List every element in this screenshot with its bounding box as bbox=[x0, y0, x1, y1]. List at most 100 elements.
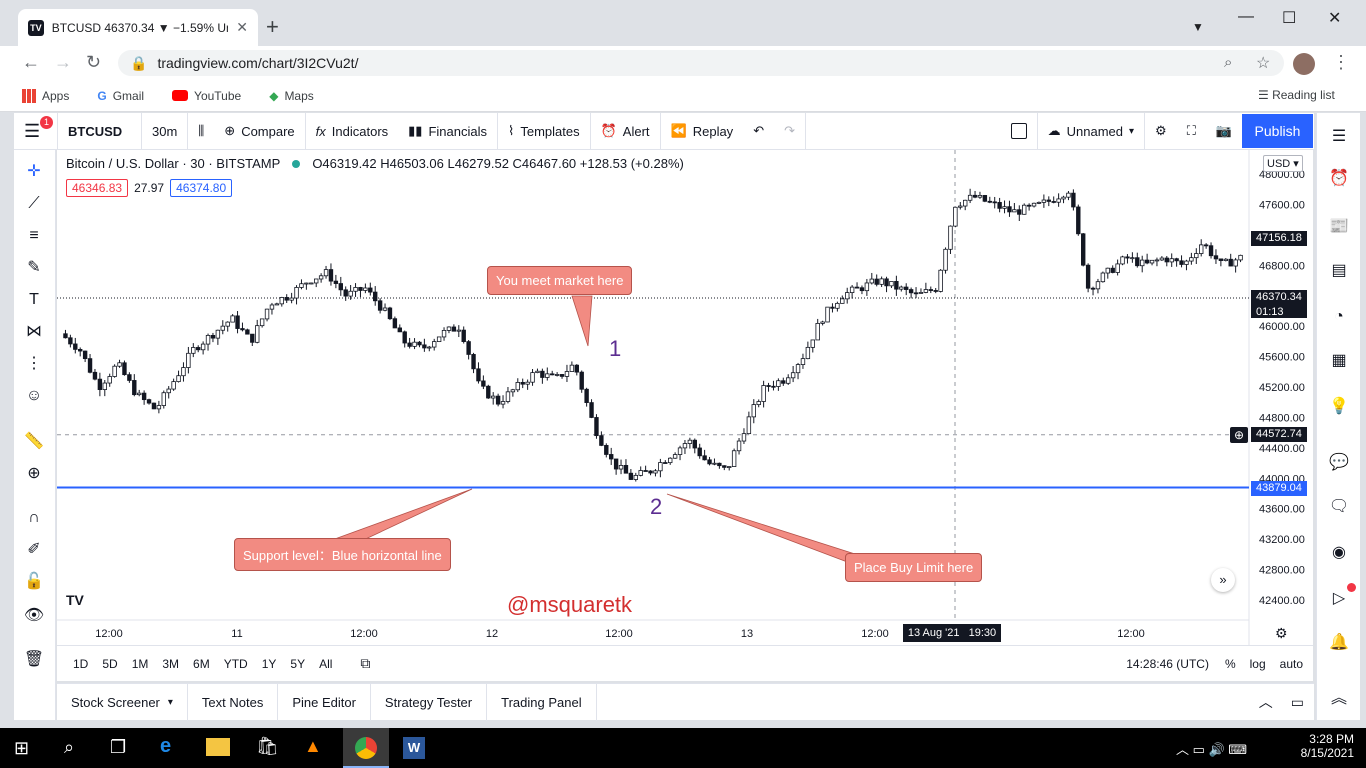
url-field[interactable]: 🔒 tradingview.com/chart/3I2CVu2t/ bbox=[118, 50, 1284, 76]
callout-buy[interactable]: Place Buy Limit here bbox=[845, 553, 983, 582]
reading-list-button[interactable]: ☰ Reading list bbox=[1258, 88, 1335, 102]
forward-icon[interactable]: → bbox=[54, 52, 72, 73]
range-ytd[interactable]: YTD bbox=[224, 657, 248, 671]
stream-icon[interactable]: ◉ bbox=[1327, 541, 1351, 565]
eye-icon[interactable]: 👁 bbox=[22, 604, 46, 628]
chat-icon[interactable]: 💬 bbox=[1327, 451, 1351, 475]
chart-type-button[interactable]: ⫼ bbox=[188, 113, 214, 150]
symbol-search[interactable]: BTCUSD bbox=[58, 112, 142, 150]
financials-button[interactable]: ▮▮ Financials bbox=[398, 112, 498, 150]
comment-icon[interactable]: 🗨 bbox=[1327, 495, 1351, 519]
scroll-right-button[interactable]: » bbox=[1211, 568, 1235, 592]
range-5y[interactable]: 5Y bbox=[290, 657, 305, 671]
new-tab-button[interactable]: + bbox=[266, 14, 279, 40]
compare-button[interactable]: ⊕ Compare bbox=[214, 112, 306, 150]
tab-text-notes[interactable]: Text Notes bbox=[188, 683, 279, 721]
redo-button[interactable]: ↷ bbox=[774, 112, 806, 150]
system-tray-icons[interactable]: ︿ ▭ 🔊 ⌨ bbox=[1176, 739, 1247, 758]
fib-icon[interactable]: ≡ bbox=[22, 224, 46, 248]
menu-button[interactable]: ☰ 1 bbox=[14, 112, 58, 150]
chrome-taskbar-button[interactable] bbox=[343, 728, 389, 768]
calendar-icon[interactable]: ▦ bbox=[1327, 349, 1351, 373]
chevron-up-icon[interactable]: ︿ bbox=[1259, 692, 1273, 712]
settings-button[interactable]: ⚙ bbox=[1145, 113, 1177, 150]
buy-button[interactable]: 46374.80 bbox=[170, 179, 233, 197]
close-window-button[interactable]: ✕ bbox=[1328, 8, 1341, 28]
alarm-clock-icon[interactable]: ⏰ bbox=[1327, 167, 1351, 191]
file-explorer-icon[interactable] bbox=[206, 738, 230, 756]
undo-button[interactable]: ↶ bbox=[743, 113, 774, 150]
callout-support[interactable]: Support level：Blue horizontal line bbox=[234, 538, 451, 571]
range-1d[interactable]: 1D bbox=[73, 657, 88, 671]
windows-start-icon[interactable]: ⊞ bbox=[14, 738, 29, 759]
tab-trading-panel[interactable]: Trading Panel bbox=[487, 683, 597, 721]
minimize-button[interactable]: — bbox=[1238, 8, 1254, 26]
range-3m[interactable]: 3M bbox=[162, 657, 179, 671]
watchlist-icon[interactable]: ☰ bbox=[1327, 125, 1351, 149]
utc-clock[interactable]: 14:28:46 (UTC) bbox=[1126, 657, 1209, 671]
magnet-icon[interactable]: ∩ bbox=[22, 506, 46, 530]
search-icon[interactable]: ⌕ bbox=[64, 737, 74, 758]
auto-toggle[interactable]: auto bbox=[1280, 657, 1303, 671]
store-icon[interactable]: 🛍 bbox=[256, 736, 279, 757]
crosshair-icon[interactable]: ✛ bbox=[22, 160, 46, 184]
layout-name-button[interactable]: ☁ Unnamed ▾ bbox=[1038, 112, 1146, 150]
browser-tab[interactable]: TV BTCUSD 46370.34 ▼ −1.59% Unn ✕ bbox=[18, 9, 258, 46]
more-icon[interactable]: ⋮ bbox=[1332, 52, 1350, 73]
taskbar-clock[interactable]: 3:28 PM 8/15/2021 bbox=[1298, 732, 1354, 760]
maximize-panel-icon[interactable]: ▭ bbox=[1291, 694, 1304, 711]
publish-button[interactable]: Publish bbox=[1242, 114, 1313, 148]
trash-icon[interactable]: 🗑 bbox=[22, 648, 46, 672]
range-all[interactable]: All bbox=[319, 657, 332, 671]
interval-button[interactable]: 30m bbox=[142, 112, 189, 150]
vlc-icon[interactable]: ▲ bbox=[304, 736, 322, 757]
tab-search-icon[interactable]: ▼ bbox=[1192, 20, 1204, 34]
range-6m[interactable]: 6M bbox=[193, 657, 210, 671]
bookmark-youtube[interactable]: YouTube bbox=[172, 89, 241, 103]
ruler-icon[interactable]: 📏 bbox=[22, 430, 46, 454]
bookmark-gmail[interactable]: G Gmail bbox=[97, 89, 144, 103]
tab-stock-screener[interactable]: Stock Screener ▾ bbox=[57, 683, 188, 721]
range-1m[interactable]: 1M bbox=[132, 657, 149, 671]
pattern-icon[interactable]: ⋈ bbox=[22, 320, 46, 344]
tab-pine-editor[interactable]: Pine Editor bbox=[278, 683, 371, 721]
sell-button[interactable]: 46346.83 bbox=[66, 179, 129, 197]
idea-icon[interactable]: 💡 bbox=[1327, 395, 1351, 419]
templates-button[interactable]: ⌇ Templates bbox=[498, 112, 591, 150]
range-1y[interactable]: 1Y bbox=[262, 657, 277, 671]
zoom-in-icon[interactable]: ⊕ bbox=[22, 462, 46, 486]
list-icon[interactable]: ▤ bbox=[1327, 259, 1351, 283]
zoom-icon[interactable]: ⌕ bbox=[1224, 54, 1232, 71]
word-icon[interactable]: W bbox=[403, 737, 425, 759]
bookmark-maps[interactable]: ◆ Maps bbox=[269, 89, 314, 103]
add-alert-icon[interactable]: ⊕ bbox=[1230, 427, 1248, 443]
currency-select[interactable]: USD ▾ bbox=[1263, 155, 1303, 172]
callout-market[interactable]: You meet market here bbox=[487, 266, 633, 295]
pie-icon[interactable]: ◔ bbox=[1327, 305, 1351, 329]
tradingview-logo[interactable]: TV bbox=[66, 592, 92, 612]
log-toggle[interactable]: log bbox=[1250, 657, 1266, 671]
alert-button[interactable]: ⏰ Alert bbox=[591, 112, 661, 150]
bell-icon[interactable]: 🔔 bbox=[1327, 631, 1351, 655]
trendline-icon[interactable]: ⟋ bbox=[22, 192, 46, 216]
lock-icon[interactable]: 🔓 bbox=[22, 570, 46, 594]
edge-icon[interactable]: e bbox=[160, 735, 171, 758]
goto-date-icon[interactable]: ⧉ bbox=[360, 655, 370, 672]
brush-icon[interactable]: ✎ bbox=[22, 256, 46, 280]
task-view-icon[interactable]: ❐ bbox=[110, 737, 126, 758]
text-icon[interactable]: T bbox=[22, 288, 46, 312]
emoji-icon[interactable]: ☺ bbox=[22, 384, 46, 408]
snapshot-button[interactable]: 📷 bbox=[1206, 113, 1242, 150]
back-icon[interactable]: ← bbox=[22, 52, 40, 73]
avatar[interactable] bbox=[1293, 53, 1315, 75]
close-icon[interactable]: ✕ bbox=[236, 19, 248, 36]
star-icon[interactable]: ☆ bbox=[1256, 53, 1270, 73]
replay-button[interactable]: ⏪ Replay bbox=[661, 113, 744, 150]
axis-settings-icon[interactable]: ⚙ bbox=[1275, 625, 1288, 642]
layout-toggle[interactable] bbox=[1001, 112, 1038, 150]
reload-icon[interactable]: ↻ bbox=[86, 52, 101, 73]
tab-strategy-tester[interactable]: Strategy Tester bbox=[371, 683, 488, 721]
news-icon[interactable]: 📰 bbox=[1327, 215, 1351, 239]
lock-drawings-icon[interactable]: ✐ bbox=[22, 538, 46, 562]
fullscreen-button[interactable]: ⛶ bbox=[1177, 113, 1206, 150]
